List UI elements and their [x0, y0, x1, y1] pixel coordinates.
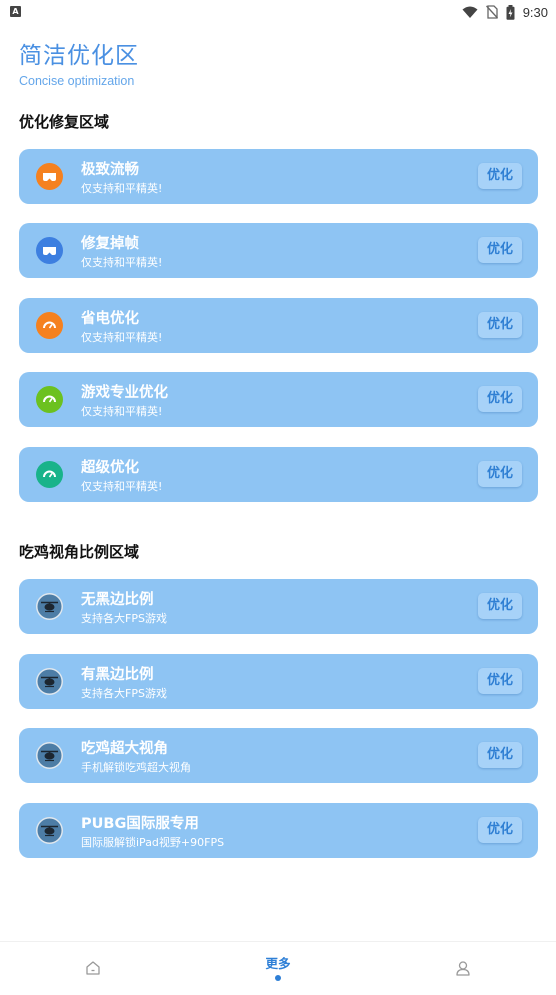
option-subtitle: 手机解锁吃鸡超大视角	[81, 761, 191, 774]
active-indicator-dot	[275, 975, 281, 981]
wifi-icon	[462, 6, 478, 18]
optimize-button[interactable]: 优化	[478, 817, 522, 843]
option-title: 吃鸡超大视角	[81, 741, 168, 757]
option-card-power-saving: 省电优化 仅支持和平精英! 优化	[19, 298, 538, 353]
optimize-button[interactable]: 优化	[478, 386, 522, 412]
helicopter-icon	[36, 593, 63, 620]
vr-headset-icon	[36, 237, 63, 264]
option-card-with-black-border: 有黑边比例 支持各大FPS游戏 优化	[19, 654, 538, 709]
speedometer-icon	[36, 386, 63, 413]
option-card-pubg-global: PUBG国际服专用 国际服解锁iPad视野+90FPS 优化	[19, 803, 538, 858]
no-sim-icon	[485, 5, 498, 19]
helicopter-icon	[36, 817, 63, 844]
optimize-button[interactable]: 优化	[478, 163, 522, 189]
option-subtitle: 支持各大FPS游戏	[81, 687, 167, 700]
nav-home[interactable]	[43, 942, 143, 995]
status-bar: A 9:30	[0, 0, 556, 24]
optimize-button[interactable]: 优化	[478, 312, 522, 338]
option-subtitle: 仅支持和平精英!	[81, 182, 163, 195]
bottom-navigation: 更多	[0, 941, 556, 995]
option-subtitle: 仅支持和平精英!	[81, 405, 163, 418]
speedometer-icon	[36, 312, 63, 339]
option-title: 省电优化	[81, 311, 139, 327]
home-icon	[86, 961, 100, 975]
optimize-button[interactable]: 优化	[478, 237, 522, 263]
option-card-fix-frame-drop: 修复掉帧 仅支持和平精英! 优化	[19, 223, 538, 278]
optimize-button[interactable]: 优化	[478, 461, 522, 487]
option-title: 极致流畅	[81, 162, 139, 178]
helicopter-icon	[36, 742, 63, 769]
option-title: 修复掉帧	[81, 236, 139, 252]
user-icon	[456, 961, 470, 976]
clock: 9:30	[522, 4, 548, 20]
option-title: 有黑边比例	[81, 667, 154, 683]
option-subtitle: 仅支持和平精英!	[81, 331, 163, 344]
option-title: 超级优化	[81, 460, 139, 476]
nav-more-label: 更多	[265, 956, 291, 971]
battery-icon	[506, 4, 515, 20]
page-header: 简洁优化区 Concise optimization	[19, 42, 139, 88]
section-title-optimize-repair: 优化修复区域	[19, 113, 110, 131]
nav-more[interactable]: 更多	[228, 942, 328, 995]
option-subtitle: 仅支持和平精英!	[81, 480, 163, 493]
page-subtitle: Concise optimization	[19, 74, 135, 88]
nav-profile[interactable]	[413, 942, 513, 995]
speedometer-icon	[36, 461, 63, 488]
optimize-button[interactable]: 优化	[478, 742, 522, 768]
app-notification-icon: A	[10, 6, 21, 17]
option-card-pro-game: 游戏专业优化 仅支持和平精英! 优化	[19, 372, 538, 427]
option-card-super-wide-view: 吃鸡超大视角 手机解锁吃鸡超大视角 优化	[19, 728, 538, 783]
option-subtitle: 仅支持和平精英!	[81, 256, 163, 269]
option-card-no-black-border: 无黑边比例 支持各大FPS游戏 优化	[19, 579, 538, 634]
option-card-extreme-smooth: 极致流畅 仅支持和平精英! 优化	[19, 149, 538, 204]
option-title: PUBG国际服专用	[81, 816, 199, 832]
optimize-button[interactable]: 优化	[478, 668, 522, 694]
option-subtitle: 支持各大FPS游戏	[81, 612, 167, 625]
page-title: 简洁优化区	[19, 43, 139, 69]
helicopter-icon	[36, 668, 63, 695]
optimize-button[interactable]: 优化	[478, 593, 522, 619]
option-card-super: 超级优化 仅支持和平精英! 优化	[19, 447, 538, 502]
option-subtitle: 国际服解锁iPad视野+90FPS	[81, 836, 225, 849]
section-title-view-ratio: 吃鸡视角比例区域	[19, 543, 140, 561]
option-title: 游戏专业优化	[81, 385, 168, 401]
option-title: 无黑边比例	[81, 592, 154, 608]
vr-headset-icon	[36, 163, 63, 190]
